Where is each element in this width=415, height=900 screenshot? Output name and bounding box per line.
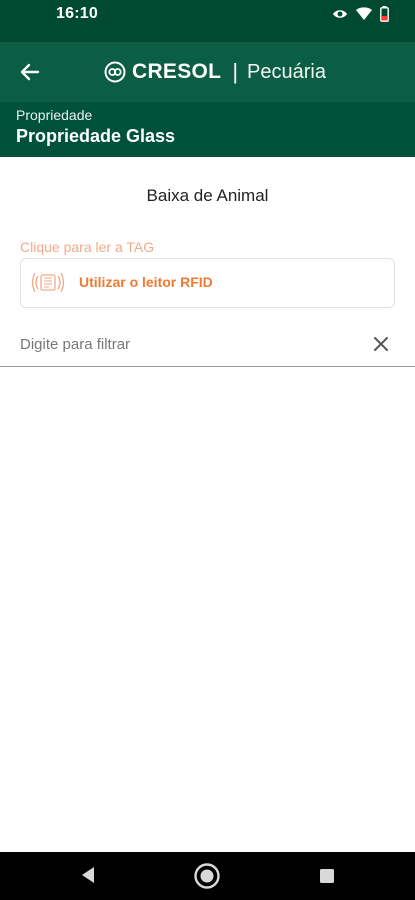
app-bar: CRESOL | Pecuária <box>0 42 415 102</box>
tag-label: Clique para ler a TAG <box>20 239 155 255</box>
rfid-button-label: Utilizar o leitor RFID <box>79 274 213 290</box>
status-bar: 16:10 <box>0 0 415 42</box>
property-name: Propriedade Glass <box>16 126 176 146</box>
filter-input[interactable] <box>20 332 350 356</box>
close-icon[interactable] <box>371 334 391 354</box>
nav-back-icon[interactable] <box>80 866 96 884</box>
status-icons <box>332 6 389 22</box>
status-time: 16:10 <box>56 5 98 22</box>
brand-separator: | <box>232 59 239 84</box>
wifi-icon <box>356 7 372 20</box>
brand-section: Pecuária <box>247 60 326 83</box>
brand: CRESOL | Pecuária <box>104 58 326 86</box>
system-navigation-bar <box>0 852 415 900</box>
filter-field <box>0 322 415 367</box>
back-button[interactable] <box>14 56 46 88</box>
property-header: Propriedade Propriedade Glass <box>0 102 415 157</box>
page-title: Baixa de Animal <box>146 186 269 205</box>
eye-icon <box>333 10 347 18</box>
battery-icon <box>380 6 389 22</box>
rfid-reader-button[interactable]: Utilizar o leitor RFID <box>20 258 395 308</box>
property-label: Propriedade <box>16 107 93 123</box>
rfid-icon <box>31 272 65 293</box>
cresol-logo-icon <box>104 61 126 83</box>
nav-home-icon[interactable] <box>193 862 221 890</box>
nav-recent-apps-icon[interactable] <box>319 868 335 884</box>
back-arrow-icon <box>20 63 40 81</box>
brand-name: CRESOL <box>132 60 222 83</box>
